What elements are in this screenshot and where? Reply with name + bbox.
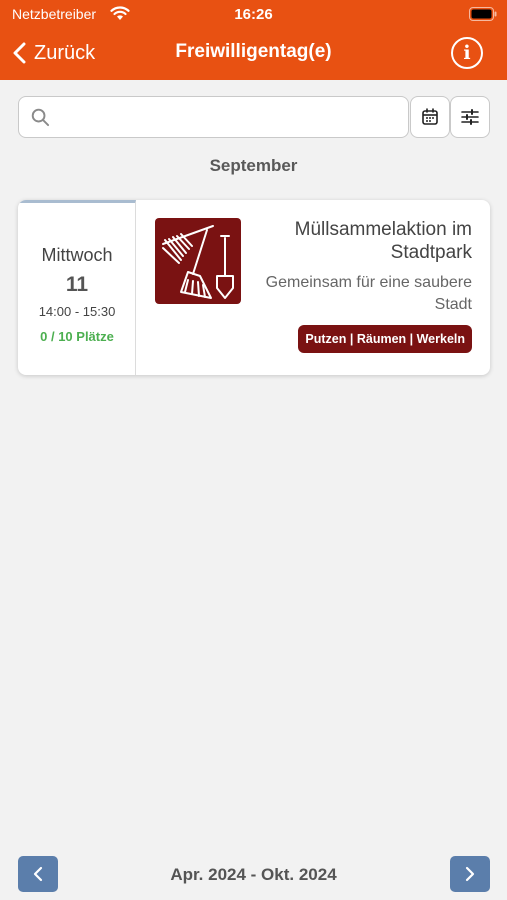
search-input[interactable] [59,101,399,133]
event-weekday: Mittwoch [41,245,113,265]
month-heading: September [209,156,298,175]
search-bar[interactable] [18,96,409,138]
event-time: 14:00 - 15:30 [38,304,116,319]
category-badge: Putzen | Räumen | Werkeln [298,325,472,353]
page-title: Freiwilligentag(e) [175,41,332,62]
event-date-column: Mittwoch 11 14:00 - 15:30 0 / 10 Plätze [18,200,136,375]
search-icon [31,108,50,127]
info-icon: i [463,42,471,64]
calendar-icon [422,108,438,125]
event-day: 11 [65,273,89,296]
info-button[interactable]: i [451,37,483,69]
app-header: Netzbetreiber 16:26 Zurück Freiwilligent… [0,0,507,80]
sliders-icon [461,109,479,125]
event-card[interactable]: Mittwoch 11 14:00 - 15:30 0 / 10 Plätze … [18,200,490,375]
chevron-right-icon [465,866,475,882]
calendar-button[interactable] [410,96,450,138]
status-bar: Netzbetreiber 16:26 [0,0,507,28]
event-title: Müllsammelaktion im Stadtpark [294,219,472,263]
filter-button[interactable] [450,96,490,138]
battery-icon [469,7,497,21]
navigation-bar: Zurück Freiwilligentag(e) i [0,28,507,80]
event-subtitle: Gemeinsam für eine saubere Stadt [265,274,472,313]
cleaning-tools-icon [155,218,241,304]
next-period-button[interactable] [450,856,490,892]
event-places: 0 / 10 Plätze [40,329,114,344]
status-time: 16:26 [234,6,273,23]
period-label: Apr. 2024 - Okt. 2024 [170,865,337,884]
